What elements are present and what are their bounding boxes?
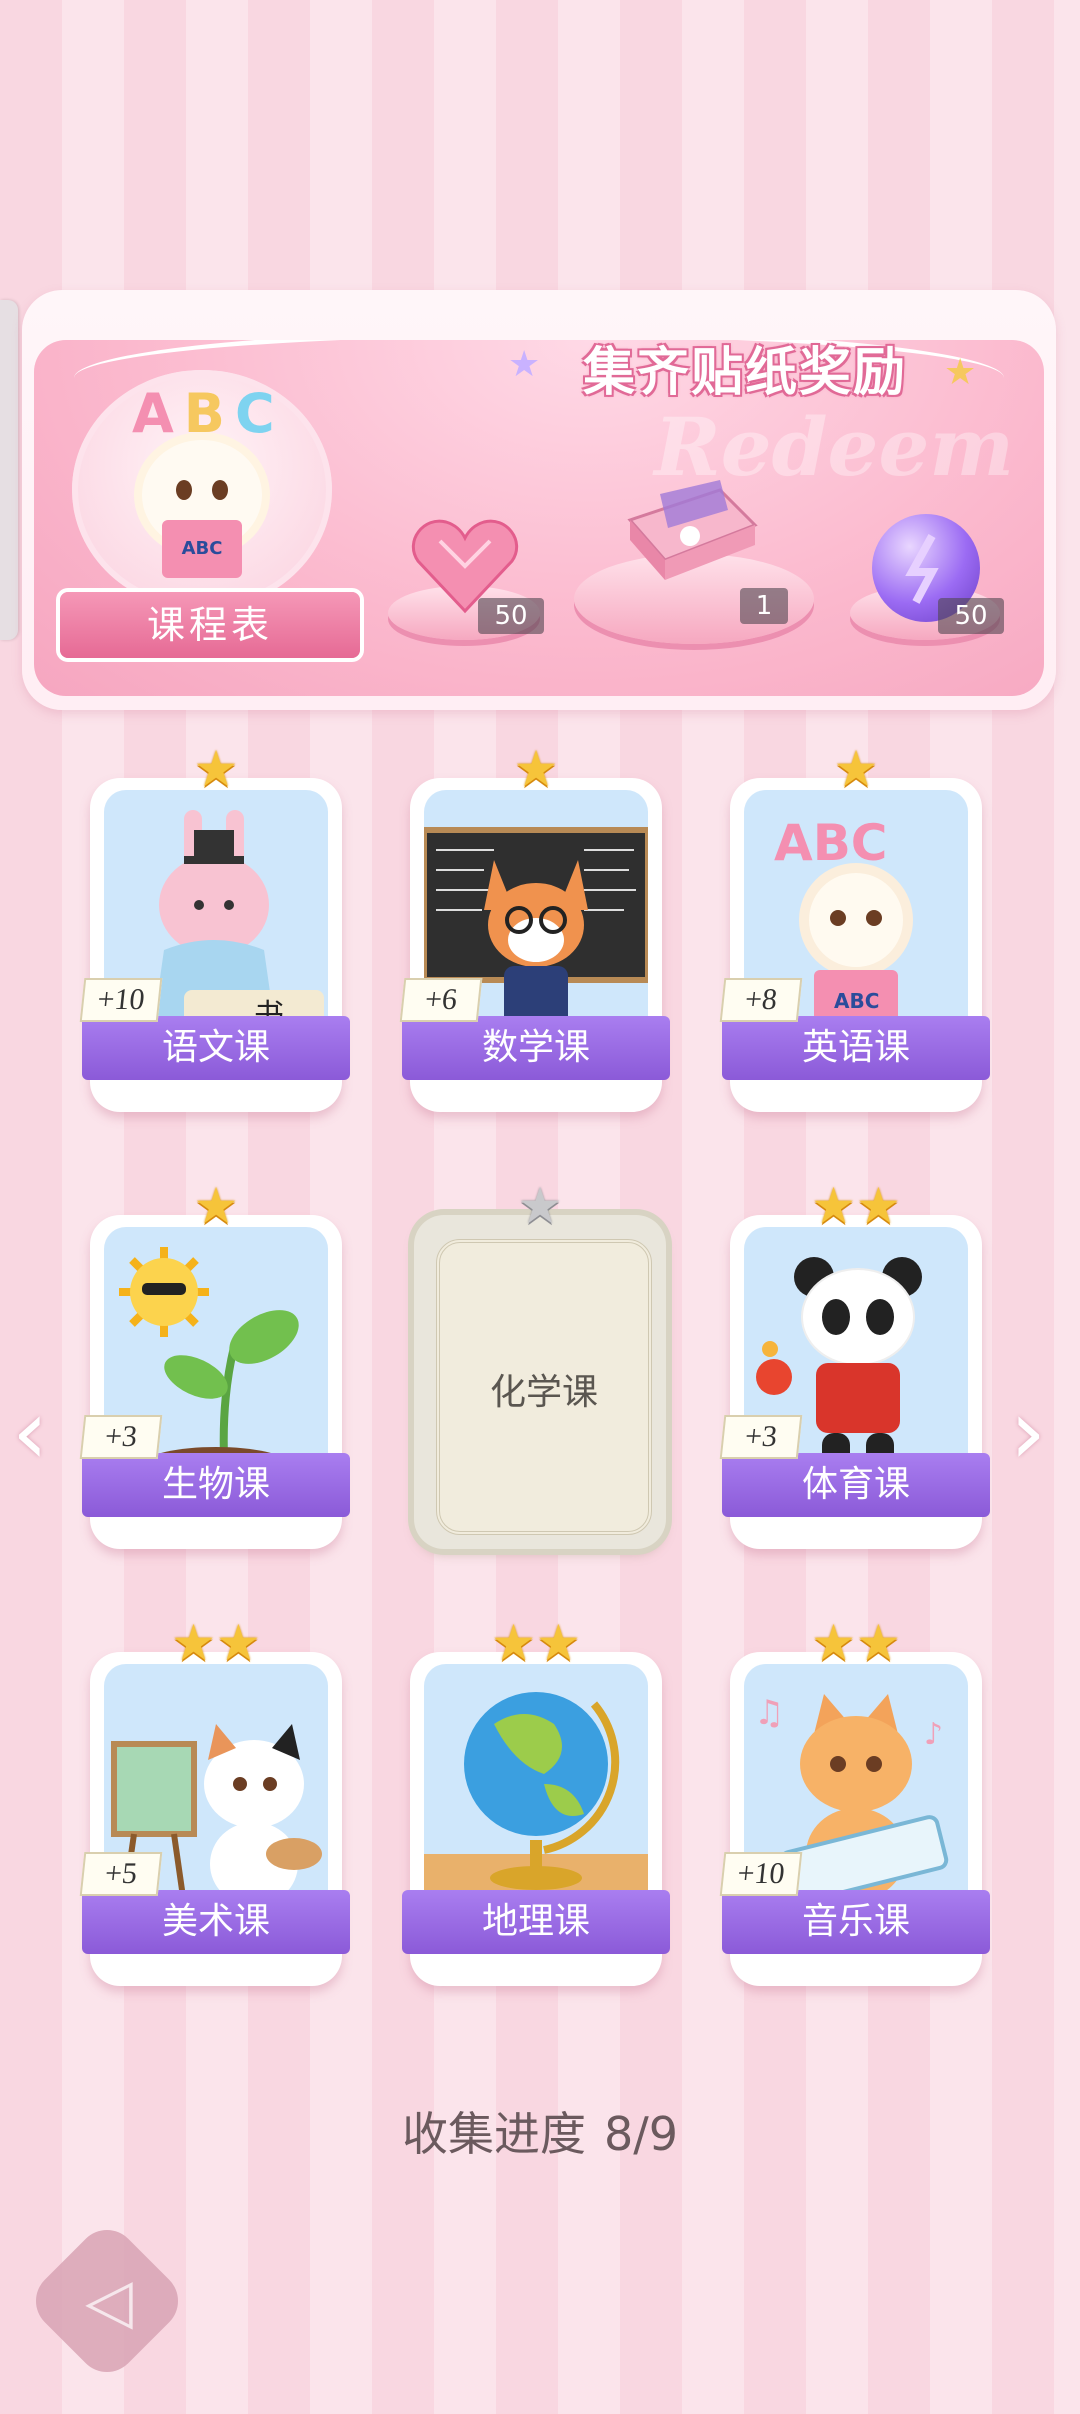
reward-count: 1 bbox=[740, 588, 788, 624]
card-title: 地理课 bbox=[402, 1890, 670, 1954]
locked-card-icon: 化学课 bbox=[436, 1239, 652, 1535]
reward-count: 50 bbox=[938, 598, 1004, 634]
sticker-card-math[interactable]: ★ +6 数学课 bbox=[399, 744, 670, 1112]
schedule-button[interactable]: 课程表 bbox=[60, 592, 360, 658]
score-badge: +5 bbox=[79, 1852, 163, 1896]
card-title: 数学课 bbox=[402, 1016, 670, 1080]
banner-title: 集齐贴纸奖励 bbox=[582, 343, 907, 403]
star-icon: ★ bbox=[508, 344, 541, 385]
svg-text:ABC: ABC bbox=[834, 989, 879, 1013]
card-title: 化学课 bbox=[489, 1372, 598, 1413]
score-badge: +3 bbox=[79, 1415, 163, 1459]
next-page-icon[interactable]: › bbox=[1010, 1380, 1046, 1485]
score-badge: +3 bbox=[719, 1415, 803, 1459]
svg-text:♫: ♫ bbox=[754, 1693, 784, 1733]
star-rating: ★ bbox=[193, 740, 239, 798]
star-rating: ★★ bbox=[491, 1614, 581, 1672]
score-badge: +10 bbox=[719, 1852, 803, 1896]
sticker-card-pe[interactable]: ★★ +3 体育课 bbox=[719, 1181, 990, 1549]
sticker-card-art[interactable]: ★★ +5 美术课 bbox=[79, 1618, 350, 1986]
star-rating: ★★ bbox=[171, 1614, 261, 1672]
sticker-card-biology[interactable]: ★ +3 生物课 bbox=[79, 1181, 350, 1549]
svg-text:ABC: ABC bbox=[774, 814, 888, 872]
eye-icon bbox=[212, 480, 228, 500]
card-title: 英语课 bbox=[722, 1016, 990, 1080]
card-title: 语文课 bbox=[82, 1016, 350, 1080]
star-rating: ★ bbox=[193, 1177, 239, 1235]
star-rating: ★ bbox=[513, 740, 559, 798]
sticker-card-english[interactable]: ★ ABC ABC +8 英语课 bbox=[719, 744, 990, 1112]
score-badge: +8 bbox=[719, 978, 803, 1022]
collection-progress: 收集进度 8/9 bbox=[0, 2098, 1080, 2164]
sticker-card-music[interactable]: ★★ ♫ ♪ +10 音乐课 bbox=[719, 1618, 990, 1986]
reward-count: 50 bbox=[478, 598, 544, 634]
svg-text:♪: ♪ bbox=[924, 1717, 943, 1752]
side-drawer-handle[interactable] bbox=[0, 300, 18, 640]
back-arrow-icon[interactable]: ◁ bbox=[66, 2266, 152, 2336]
star-rating: ★ bbox=[833, 740, 879, 798]
score-badge: +10 bbox=[79, 978, 163, 1022]
sticker-card-chemistry-locked[interactable]: ★ 化学课 bbox=[414, 1181, 666, 1549]
book-icon: ABC bbox=[162, 520, 242, 578]
progress-value: 8/9 bbox=[603, 2107, 679, 2161]
card-title: 体育课 bbox=[722, 1453, 990, 1517]
sticker-card-chinese[interactable]: ★ 书 +10 语文课 bbox=[79, 744, 350, 1112]
card-title: 美术课 bbox=[82, 1890, 350, 1954]
card-title: 音乐课 bbox=[722, 1890, 990, 1954]
avatar[interactable]: ABC ABC bbox=[62, 370, 342, 610]
gift-box-icon[interactable] bbox=[620, 480, 760, 590]
star-rating: ★ bbox=[517, 1177, 563, 1235]
sticker-card-geography[interactable]: ★★ 地理课 bbox=[402, 1618, 670, 1986]
star-icon: ★ bbox=[944, 352, 977, 393]
eye-icon bbox=[176, 480, 192, 500]
progress-label: 收集进度 bbox=[401, 2107, 586, 2161]
prev-page-icon[interactable]: ‹ bbox=[12, 1380, 48, 1485]
star-rating: ★★ bbox=[811, 1614, 901, 1672]
abc-letters: ABC bbox=[132, 382, 285, 445]
star-rating: ★★ bbox=[811, 1177, 901, 1235]
score-badge: +6 bbox=[399, 978, 483, 1022]
card-title: 生物课 bbox=[82, 1453, 350, 1517]
